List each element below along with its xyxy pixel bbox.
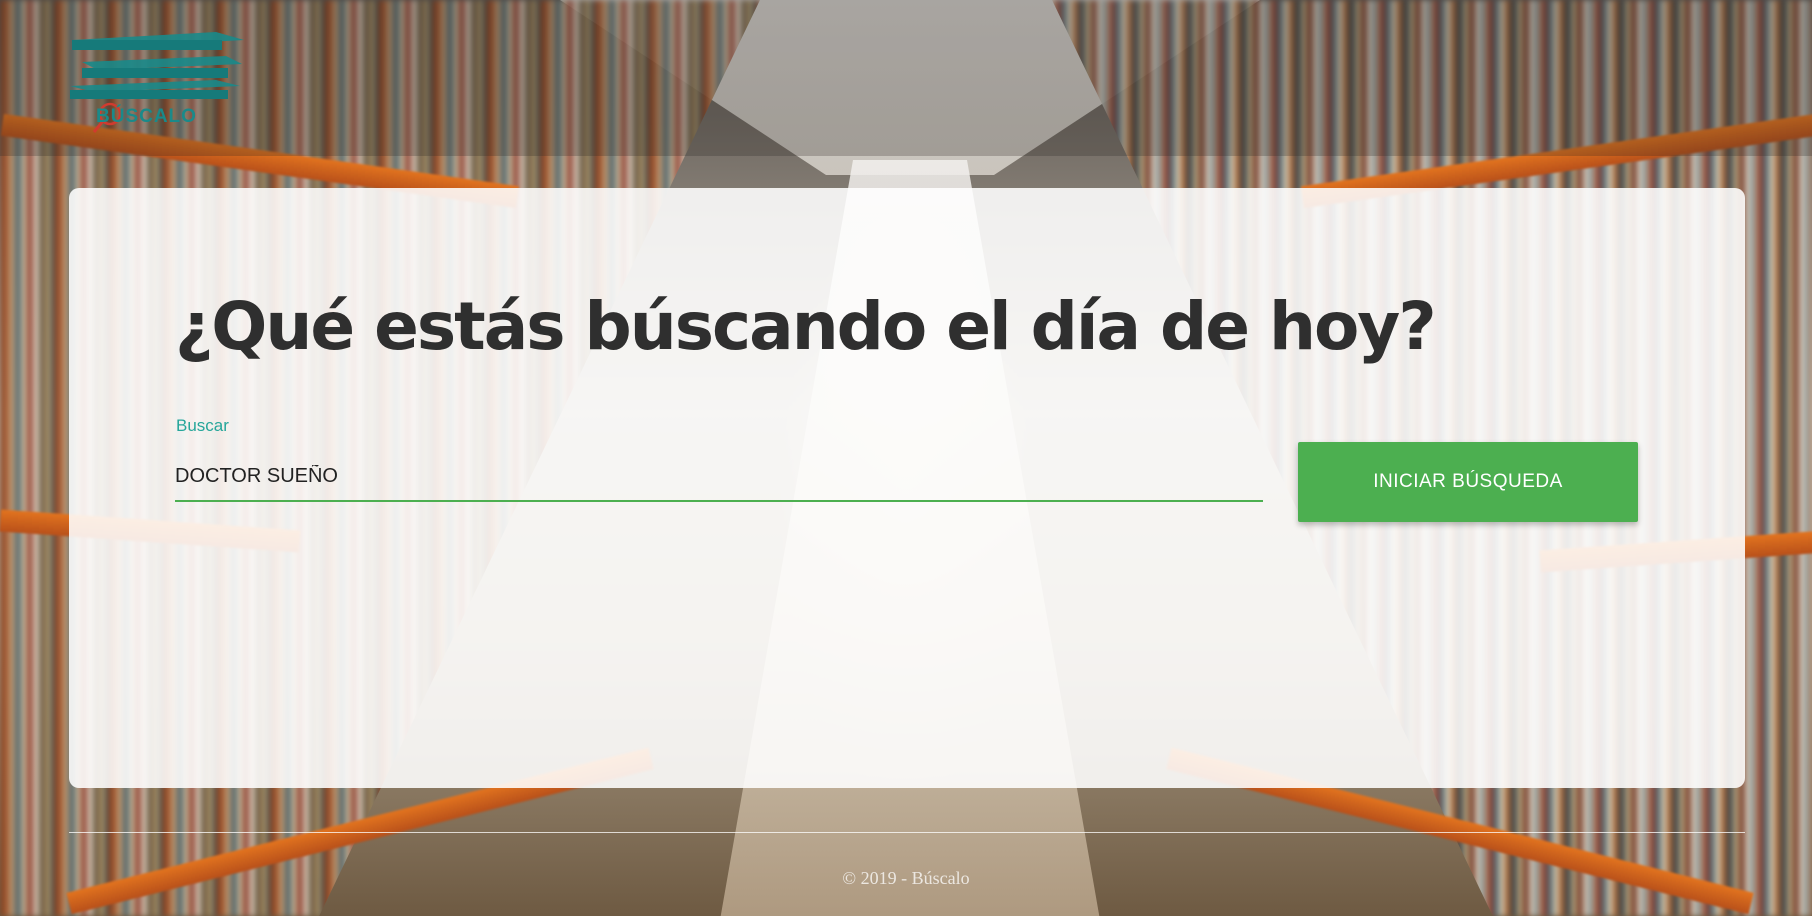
search-input[interactable] xyxy=(175,452,1263,502)
logo[interactable]: BÚSCALO xyxy=(66,28,246,138)
top-bar xyxy=(0,0,1812,156)
search-card: ¿Qué estás búscando el día de hoy? Busca… xyxy=(69,188,1745,788)
page-title: ¿Qué estás búscando el día de hoy? xyxy=(175,288,1437,365)
footer-copyright: © 2019 - Búscalo xyxy=(842,868,970,888)
search-label: Buscar xyxy=(176,416,229,435)
search-button[interactable]: INICIAR BÚSQUEDA xyxy=(1298,442,1638,522)
svg-text:BÚSCALO: BÚSCALO xyxy=(96,105,197,127)
footer-divider xyxy=(69,832,1745,833)
books-logo-icon: BÚSCALO xyxy=(70,32,244,133)
